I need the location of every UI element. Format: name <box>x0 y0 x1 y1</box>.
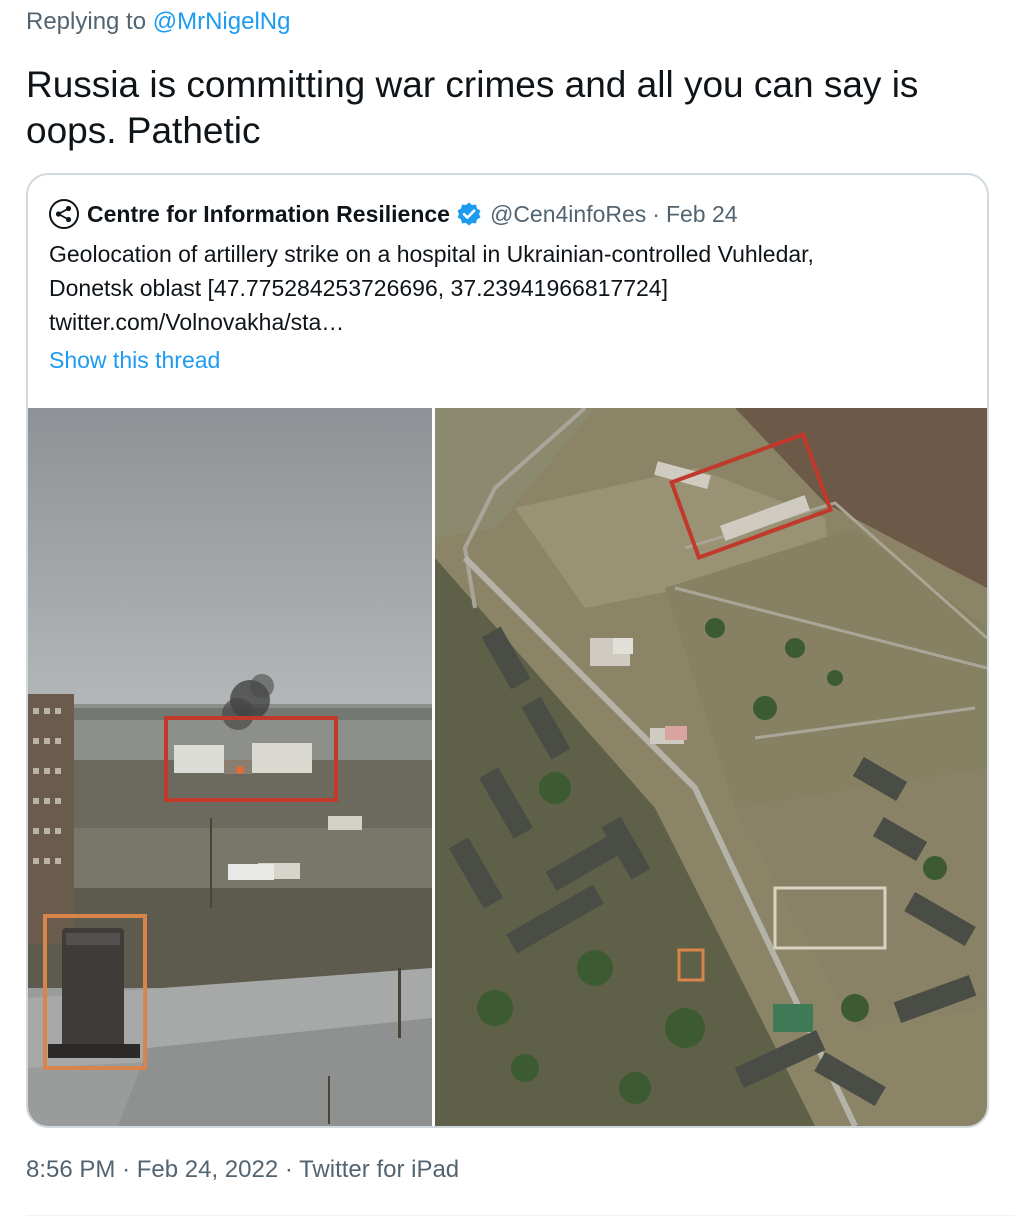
quoted-text-line: Donetsk oblast [47.775284253726696, 37.2… <box>49 275 668 301</box>
quoted-author-handle[interactable]: @Cen4infoRes <box>490 201 646 228</box>
replying-to-handle-link[interactable]: @MrNigelNg <box>153 8 291 35</box>
metadata-separator: · <box>122 1156 131 1183</box>
street-photo-image[interactable] <box>28 408 432 1126</box>
satellite-image[interactable] <box>435 408 987 1126</box>
quoted-tweet-text: Geolocation of artillery strike on a hos… <box>49 237 969 339</box>
header-separator: · <box>652 200 660 227</box>
quoted-author-name[interactable]: Centre for Information Resilience <box>87 201 450 228</box>
tweet-metadata: 8:56 PM · Feb 24, 2022 · Twitter for iPa… <box>26 1156 459 1184</box>
quoted-tweet-card[interactable]: Centre for Information Resilience @Cen4i… <box>26 173 989 1128</box>
replying-to: Replying to @MrNigelNg <box>26 8 290 36</box>
tweet-time[interactable]: 8:56 PM <box>26 1156 115 1183</box>
quoted-text-line: Geolocation of artillery strike on a hos… <box>49 241 814 267</box>
verified-badge-icon <box>456 201 482 227</box>
tweet-source: Twitter for iPad <box>299 1156 460 1183</box>
share-network-icon[interactable] <box>49 199 79 229</box>
replying-to-label: Replying to <box>26 8 147 35</box>
quoted-tweet-link[interactable]: twitter.com/Volnovakha/sta… <box>49 305 969 339</box>
tweet-date[interactable]: Feb 24, 2022 <box>137 1156 278 1183</box>
divider <box>26 1215 1015 1216</box>
metadata-separator: · <box>284 1156 293 1183</box>
tweet-text: Russia is committing war crimes and all … <box>26 64 919 151</box>
media-grid <box>28 408 987 1126</box>
show-this-thread-link[interactable]: Show this thread <box>49 347 220 374</box>
quoted-tweet-header: Centre for Information Resilience @Cen4i… <box>49 199 738 229</box>
quoted-tweet-date[interactable]: Feb 24 <box>666 201 738 228</box>
